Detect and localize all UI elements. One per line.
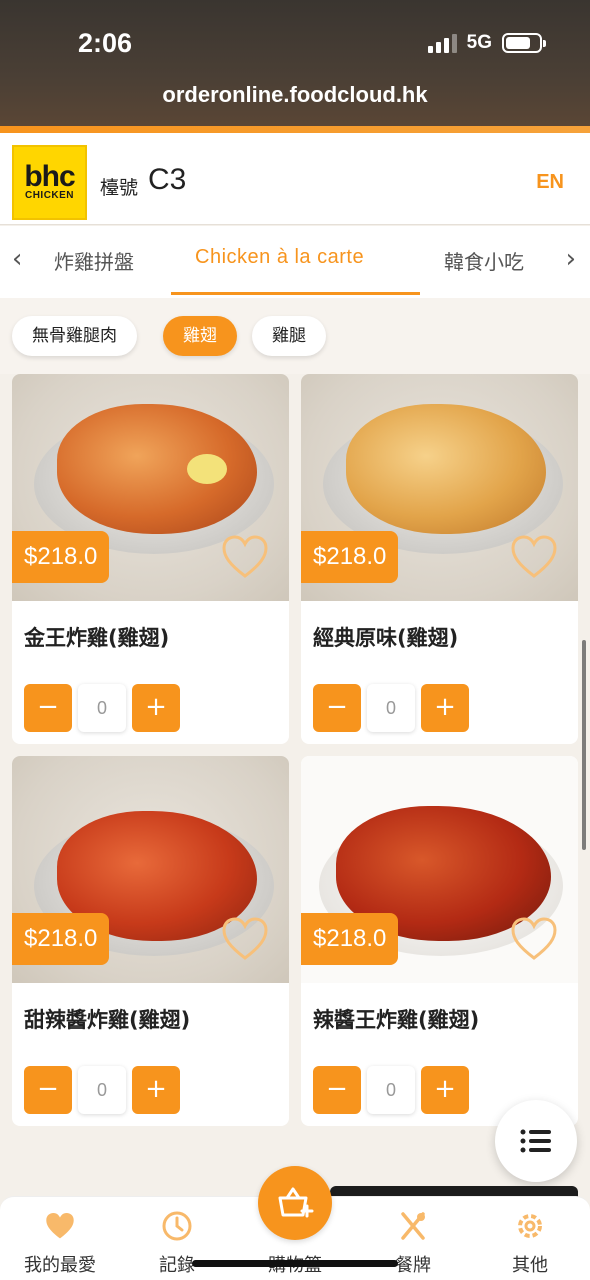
active-tab-underline	[171, 292, 420, 295]
list-icon	[520, 1129, 551, 1153]
logo-subtext: CHICKEN	[24, 190, 75, 201]
tab-a-la-carte[interactable]: Chicken à la carte	[195, 246, 364, 269]
price-tag: $218.0	[12, 913, 110, 965]
browser-top-bar: 2:06 5G orderonline.foodcloud.hk	[0, 0, 590, 126]
price-tag: $218.0	[301, 531, 399, 583]
home-indicator	[192, 1260, 398, 1267]
product-card[interactable]: $218.0 金王炸雞(雞翅) − 0 +	[12, 374, 289, 744]
quantity-stepper: − 0 +	[24, 1066, 180, 1114]
url-bar[interactable]: orderonline.foodcloud.hk	[0, 82, 590, 108]
scrollbar[interactable]	[582, 640, 586, 850]
chevron-left-icon[interactable]: ‹	[12, 244, 22, 274]
logo-text: bhc	[24, 160, 75, 193]
category-tabs: ‹ 炸雞拼盤 Chicken à la carte 韓食小吃 ›	[0, 226, 590, 298]
increment-button[interactable]: +	[132, 684, 180, 732]
product-card[interactable]: $218.0 經典原味(雞翅) − 0 +	[301, 374, 578, 744]
price-tag: $218.0	[301, 913, 399, 965]
heart-icon[interactable]	[221, 534, 269, 580]
decrement-button[interactable]: −	[24, 1066, 72, 1114]
quantity-value[interactable]: 0	[78, 1066, 126, 1114]
quantity-stepper: − 0 +	[24, 684, 180, 732]
quantity-stepper: − 0 +	[313, 684, 469, 732]
heart-icon[interactable]	[510, 916, 558, 962]
tab-platters[interactable]: 炸雞拼盤	[54, 246, 134, 275]
heart-icon[interactable]	[221, 916, 269, 962]
chevron-right-icon[interactable]: ›	[566, 244, 576, 274]
utensils-icon	[401, 1212, 425, 1240]
product-name: 辣醬王炸雞(雞翅)	[313, 1008, 480, 1032]
decrement-button[interactable]: −	[313, 684, 361, 732]
increment-button[interactable]: +	[421, 1066, 469, 1114]
status-time: 2:06	[78, 28, 133, 58]
gear-icon	[518, 1214, 542, 1238]
product-card[interactable]: $218.0 辣醬王炸雞(雞翅) − 0 +	[301, 756, 578, 1126]
quantity-value[interactable]: 0	[367, 1066, 415, 1114]
app-header: bhc CHICKEN 檯號 C3 EN	[0, 133, 590, 225]
subtab-boneless-thigh[interactable]: 無骨雞腿肉	[12, 316, 137, 356]
bhc-logo: bhc CHICKEN	[12, 145, 87, 220]
language-toggle[interactable]: EN	[536, 171, 564, 194]
sub-tabs: 無骨雞腿肉 雞翅 雞腿	[0, 298, 590, 374]
signal-icon	[427, 33, 457, 53]
product-name: 經典原味(雞翅)	[313, 626, 459, 650]
subtab-drumsticks[interactable]: 雞腿	[252, 316, 326, 356]
increment-button[interactable]: +	[132, 1066, 180, 1114]
heart-icon	[46, 1212, 74, 1239]
battery-icon	[502, 33, 546, 53]
quantity-value[interactable]: 0	[78, 684, 126, 732]
quantity-value[interactable]: 0	[367, 684, 415, 732]
nav-label: 其他	[512, 1255, 548, 1276]
decrement-button[interactable]: −	[24, 684, 72, 732]
status-indicators: 5G	[427, 32, 546, 54]
table-number: C3	[148, 163, 187, 196]
network-label: 5G	[466, 32, 492, 53]
menu-list-button[interactable]	[495, 1100, 577, 1182]
product-image[interactable]: $218.0	[12, 756, 289, 983]
accent-bar	[0, 126, 590, 133]
nav-favorites[interactable]: 我的最愛	[10, 1209, 110, 1277]
nav-more[interactable]: 其他	[480, 1209, 580, 1277]
tab-korean-snacks[interactable]: 韓食小吃	[444, 246, 524, 275]
subtab-wings[interactable]: 雞翅	[163, 316, 237, 356]
product-image[interactable]: $218.0	[301, 374, 578, 601]
table-label: 檯號	[100, 177, 139, 199]
product-name: 甜辣醬炸雞(雞翅)	[24, 1008, 191, 1032]
clock-icon	[162, 1211, 192, 1241]
price-tag: $218.0	[12, 531, 110, 583]
product-image[interactable]: $218.0	[12, 374, 289, 601]
product-name: 金王炸雞(雞翅)	[24, 626, 170, 650]
cart-button[interactable]	[258, 1166, 332, 1240]
quantity-stepper: − 0 +	[313, 1066, 469, 1114]
decrement-button[interactable]: −	[313, 1066, 361, 1114]
product-grid: $218.0 金王炸雞(雞翅) − 0 + $218.0 經典原味(雞翅) − …	[0, 374, 590, 1200]
product-card[interactable]: $218.0 甜辣醬炸雞(雞翅) − 0 +	[12, 756, 289, 1126]
increment-button[interactable]: +	[421, 684, 469, 732]
heart-icon[interactable]	[510, 534, 558, 580]
product-image[interactable]: $218.0	[301, 756, 578, 983]
nav-label: 我的最愛	[24, 1255, 96, 1276]
basket-icon	[278, 1187, 314, 1218]
